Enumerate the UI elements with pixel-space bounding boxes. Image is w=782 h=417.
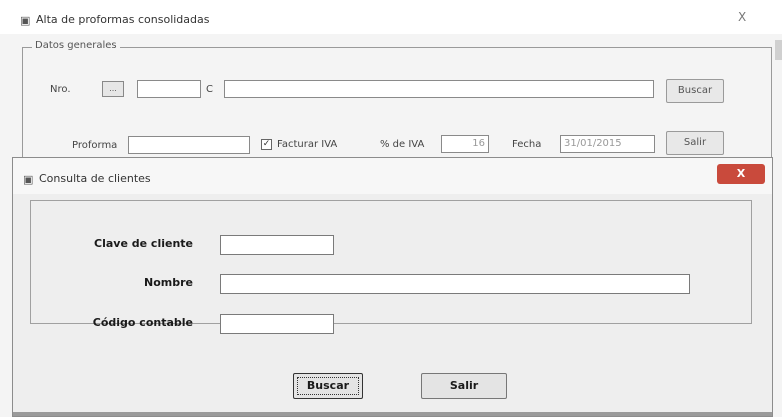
cliente-number-label: Nro.	[50, 84, 71, 95]
fecha-label: Fecha	[512, 139, 542, 150]
salir-button[interactable]: Salir	[421, 373, 507, 399]
focus-ring	[297, 377, 359, 395]
dialog-title: Consulta de clientes	[39, 172, 151, 185]
buscar-cliente-button[interactable]: Buscar	[666, 79, 724, 103]
dialog-bottom-edge	[13, 412, 772, 416]
search-fields-frame	[30, 200, 752, 324]
codigo-contable-label: Código contable	[92, 316, 193, 329]
proforma-input[interactable]	[128, 136, 250, 154]
close-icon[interactable]: X	[738, 10, 746, 24]
codigo-contable-input[interactable]	[220, 314, 334, 334]
dialog-close-button[interactable]: X	[717, 164, 765, 184]
nombre-input[interactable]	[220, 274, 690, 294]
buscar-button[interactable]: Buscar	[293, 373, 363, 399]
facturar-iva-checkbox[interactable]: ✓	[261, 139, 272, 150]
clave-cliente-label: Clave de cliente	[94, 237, 193, 250]
iva-pct-input[interactable]: 16	[441, 135, 489, 153]
c-label: C	[206, 84, 213, 95]
dialog-app-icon: ▣	[23, 173, 34, 186]
clave-cliente-input[interactable]	[220, 235, 334, 255]
consulta-clientes-dialog: ▣ Consulta de clientes X Clave de client…	[12, 157, 773, 417]
background-window-title: Alta de proformas consolidadas	[36, 13, 210, 26]
salir-button-background[interactable]: Salir	[666, 131, 724, 155]
dialog-titlebar: ▣ Consulta de clientes X	[13, 158, 772, 194]
group-title: Datos generales	[32, 40, 120, 51]
iva-pct-label: % de IVA	[380, 139, 425, 150]
lookup-button[interactable]: ...	[102, 81, 124, 97]
background-window-titlebar: ▣ Alta de proformas consolidadas X	[0, 0, 782, 34]
window-app-icon: ▣	[20, 14, 31, 27]
cliente-name-input[interactable]	[224, 80, 654, 98]
fecha-input[interactable]: 31/01/2015	[560, 135, 655, 153]
nombre-label: Nombre	[144, 276, 193, 289]
proforma-label: Proforma	[72, 140, 118, 151]
facturar-iva-label: Facturar IVA	[277, 139, 338, 150]
cliente-number-input[interactable]	[137, 80, 201, 98]
scrollbar-stub[interactable]	[775, 40, 782, 60]
